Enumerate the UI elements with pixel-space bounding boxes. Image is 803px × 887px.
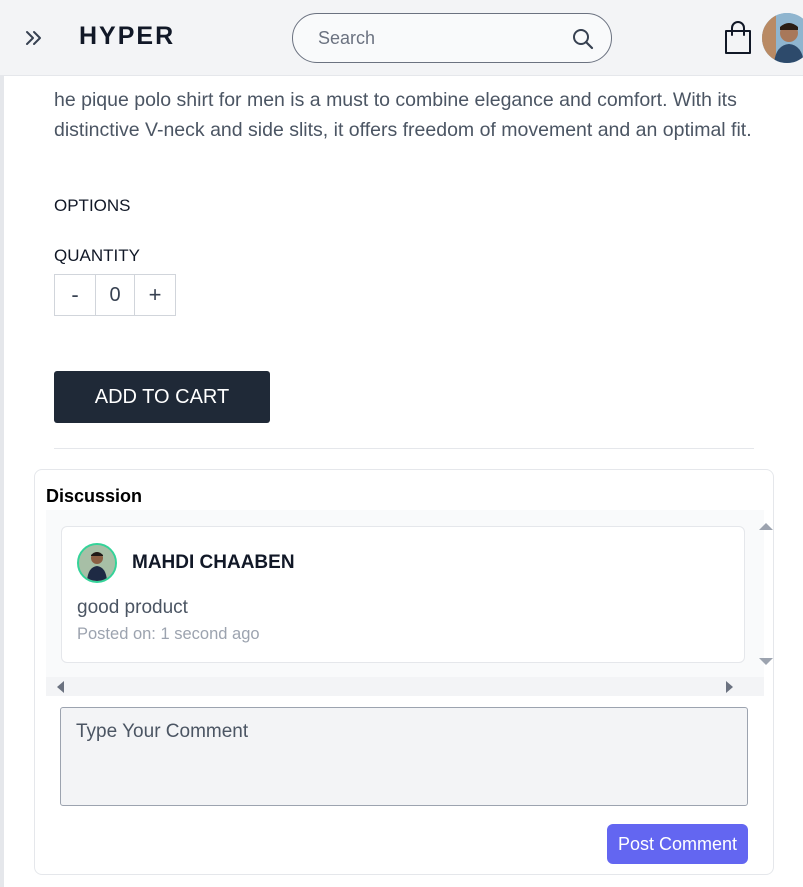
scroll-left-arrow-icon[interactable]	[57, 681, 64, 693]
search-icon[interactable]	[572, 28, 594, 50]
commenter-avatar	[77, 543, 117, 583]
quantity-decrement-button[interactable]: -	[55, 275, 95, 315]
post-comment-button[interactable]: Post Comment	[607, 824, 748, 864]
discussion-panel: Discussion MAHDI CHAABEN good product Po…	[34, 469, 774, 875]
search-bar	[292, 13, 612, 63]
quantity-stepper: - 0 +	[54, 274, 176, 316]
comment-author: MAHDI CHAABEN	[132, 552, 295, 573]
discussion-title: Discussion	[46, 486, 143, 506]
shopping-bag-icon[interactable]	[723, 21, 753, 55]
comment-timestamp: Posted on: 1 second ago	[77, 625, 260, 643]
section-divider	[54, 448, 754, 449]
product-description: he pique polo shirt for men is a must to…	[54, 89, 752, 141]
horizontal-scrollbar[interactable]	[46, 677, 764, 696]
comment-list[interactable]: MAHDI CHAABEN good product Posted on: 1 …	[46, 510, 773, 696]
quantity-value: 0	[95, 275, 135, 315]
top-navbar: HYPER	[0, 0, 803, 76]
quantity-label: QUANTITY	[54, 246, 140, 265]
quantity-increment-button[interactable]: +	[135, 275, 175, 315]
double-chevron-right-icon[interactable]	[24, 26, 46, 50]
comment-text: good product	[77, 597, 188, 618]
user-avatar[interactable]	[762, 13, 803, 63]
scroll-down-arrow-icon[interactable]	[759, 658, 773, 665]
page-left-edge	[0, 0, 4, 887]
options-label: OPTIONS	[54, 196, 131, 215]
comment-card: MAHDI CHAABEN good product Posted on: 1 …	[61, 526, 745, 663]
brand-logo[interactable]: HYPER	[79, 22, 175, 51]
search-input[interactable]	[318, 24, 558, 52]
add-to-cart-button[interactable]: ADD TO CART	[54, 371, 270, 423]
scroll-up-arrow-icon[interactable]	[759, 523, 773, 530]
scroll-right-arrow-icon[interactable]	[726, 681, 733, 693]
comment-input[interactable]	[60, 707, 748, 806]
